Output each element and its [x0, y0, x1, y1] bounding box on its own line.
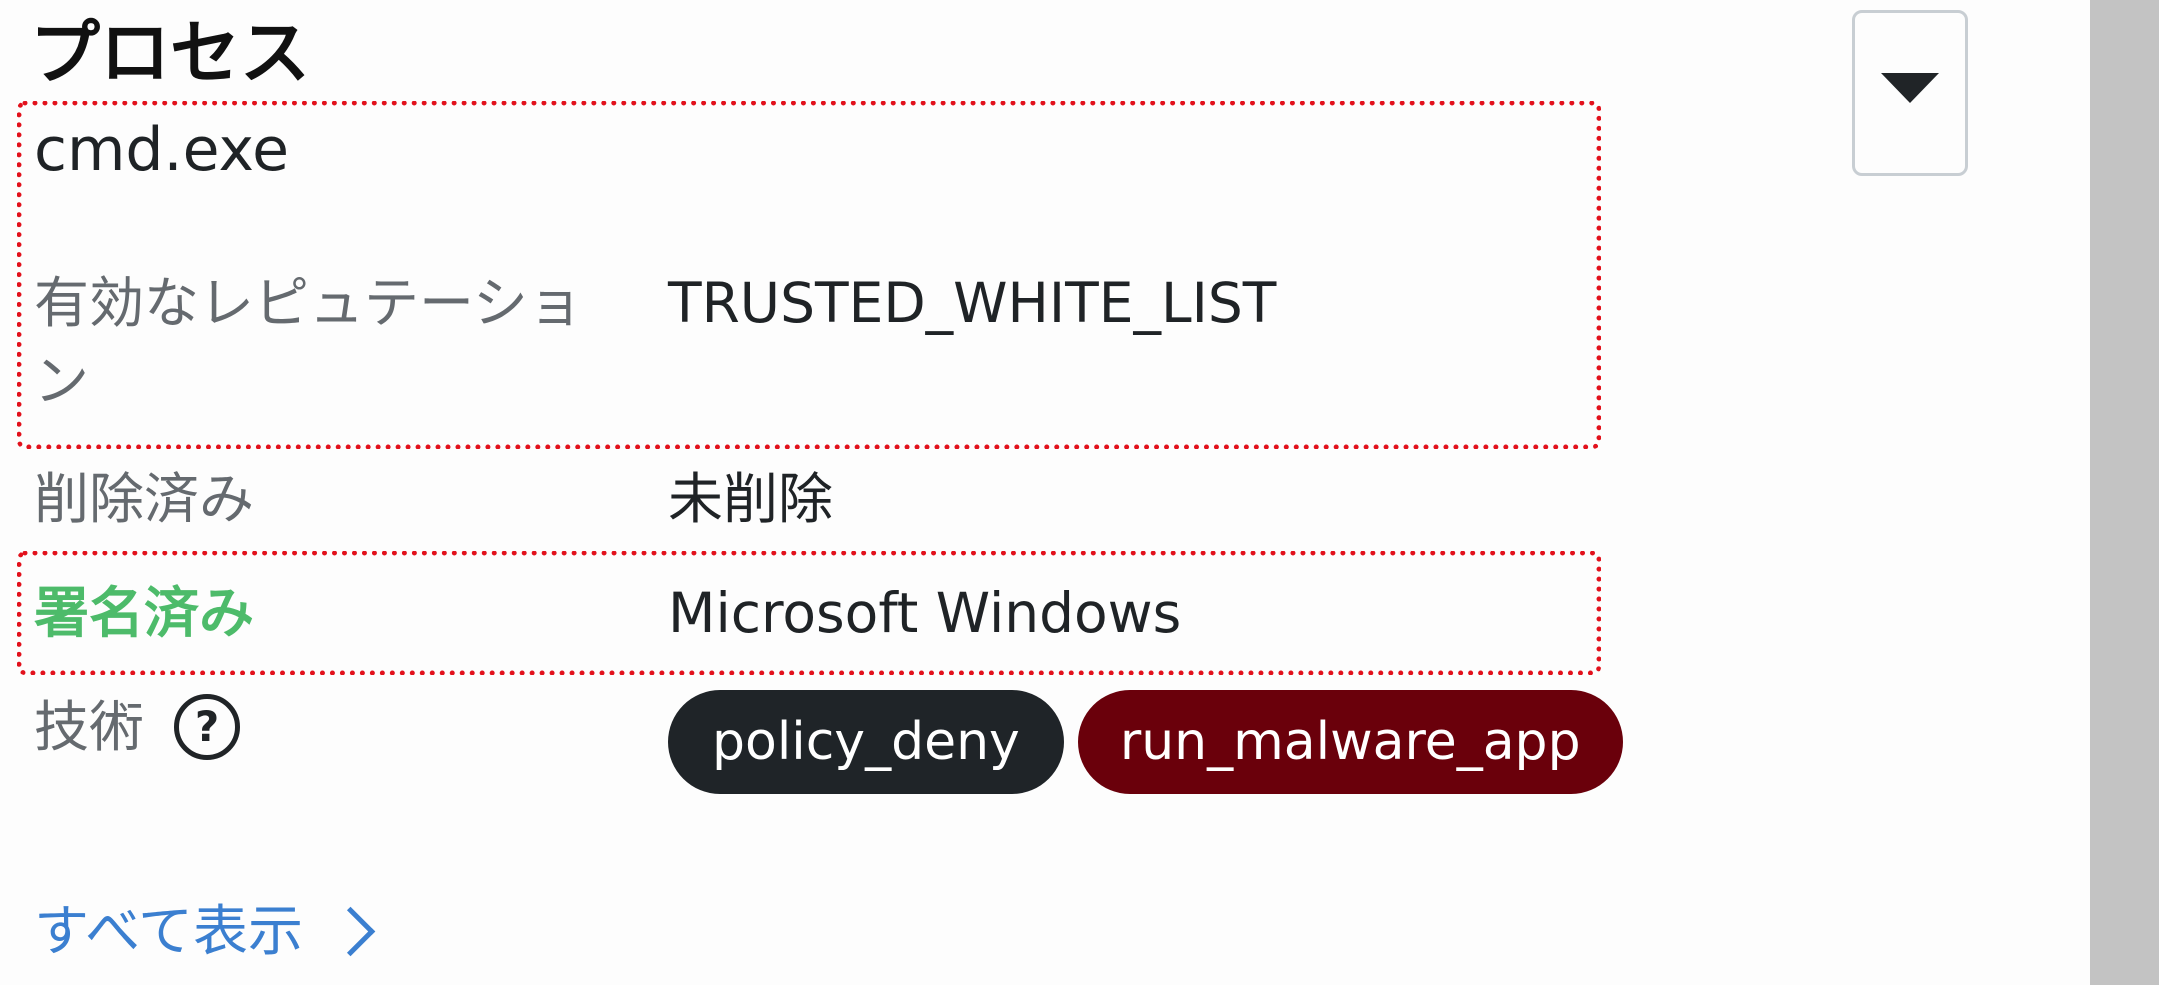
section-title: プロセス	[30, 12, 310, 94]
process-panel: プロセス cmd.exe 有効なレピュテーション TRUSTED_WHITE_L…	[0, 0, 2159, 985]
help-icon[interactable]: ?	[174, 694, 241, 760]
caret-down-icon	[1881, 73, 1939, 103]
view-all-label: すべて表示	[34, 899, 303, 963]
chevron-right-icon	[325, 906, 376, 956]
tag-run-malware-app[interactable]: run_malware_app	[1077, 690, 1623, 794]
deleted-label: 削除済み	[34, 467, 255, 531]
process-name: cmd.exe	[34, 115, 290, 185]
technique-label: 技術	[34, 695, 145, 759]
view-all-link[interactable]: すべて表示	[34, 892, 376, 970]
signed-value: Microsoft Windows	[668, 581, 1182, 645]
reputation-label: 有効なレピュテーション	[34, 271, 583, 413]
collapse-toggle-button[interactable]	[1852, 10, 1968, 176]
reputation-value: TRUSTED_WHITE_LIST	[668, 271, 1277, 335]
tag-policy-deny[interactable]: policy_deny	[668, 690, 1064, 794]
signed-label: 署名済み	[34, 581, 255, 645]
deleted-value: 未削除	[668, 467, 834, 531]
scrollbar[interactable]	[2090, 0, 2159, 985]
technique-row-label: 技術 ?	[34, 688, 241, 766]
technique-tags: policy_deny run_malware_app	[668, 690, 1623, 794]
